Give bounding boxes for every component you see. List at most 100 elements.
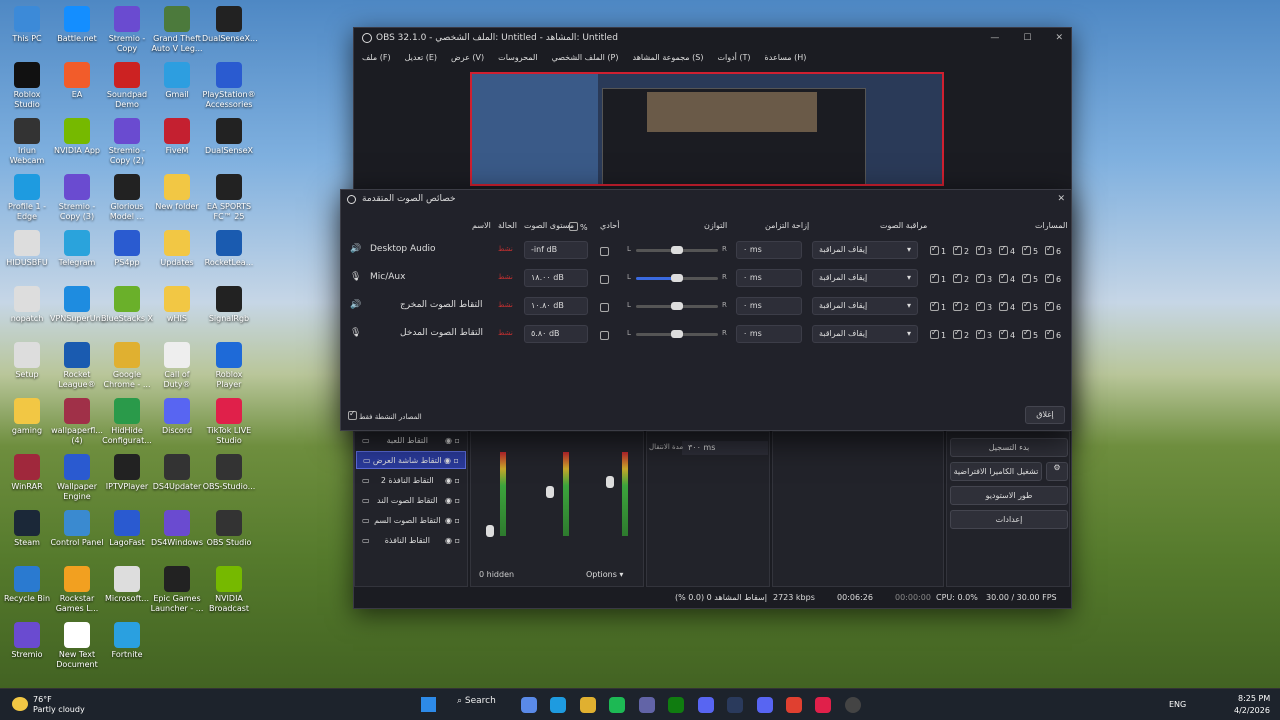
desktop-icon[interactable]: New folder [150,174,204,212]
source-item[interactable]: ▭ التقاط الصوت السم ◉ ▫ [356,511,466,529]
desktop-icon[interactable]: NVIDIA Broadcast [202,566,256,614]
minimize-icon[interactable]: — [990,33,999,43]
visibility-icon[interactable]: ◉ ▫ [444,456,459,465]
source-item[interactable]: ▭ التقاط اللعبة ◉ ▫ [356,431,466,449]
desktop-icon[interactable]: OBS-Studio... [202,454,256,492]
desktop-icon[interactable]: VPNSuperUn... [50,286,108,324]
track-checkbox[interactable]: 1 [930,300,946,312]
outlook-icon[interactable] [698,697,714,713]
visibility-icon[interactable]: ◉ ▫ [445,516,460,525]
desktop-icon[interactable]: Control Panel [50,510,104,548]
menu-item[interactable]: أدوات (T) [717,53,750,62]
desktop-icon[interactable]: TikTok LIVE Studio [202,398,256,446]
chrome-alt-icon[interactable] [786,697,802,713]
desktop-icon[interactable]: gaming [0,398,54,436]
desktop-icon[interactable]: RocketLea... [202,230,256,268]
track-checkbox[interactable]: 5 [1022,328,1038,340]
steam-icon[interactable] [727,697,743,713]
visibility-icon[interactable]: ◉ ▫ [445,476,460,485]
balance-knob[interactable] [671,330,683,338]
desktop-icon[interactable]: EA SPORTS FC™ 25 [202,174,256,222]
monitor-dropdown[interactable]: إيقاف المراقبة ▾ [812,325,918,343]
desktop-icon[interactable]: Steam [0,510,54,548]
desktop-icon[interactable]: Discord [150,398,204,436]
track-checkbox[interactable]: 1 [930,272,946,284]
track-checkbox[interactable]: 1 [930,328,946,340]
lang-indicator[interactable]: ENG [1169,700,1186,709]
chrome-icon[interactable] [580,697,596,713]
desktop-icon[interactable]: WinRAR [0,454,54,492]
desktop-icon[interactable]: Updates [150,230,204,268]
maximize-icon[interactable]: ☐ [1023,33,1031,43]
desktop-icon[interactable]: Fortnite [100,622,154,660]
source-item[interactable]: ▭ التقاط الصوت الند ◉ ▫ [356,491,466,509]
header-percent[interactable]: % [569,221,588,232]
track-checkbox[interactable]: 3 [976,272,992,284]
mixer-fader[interactable] [486,525,494,537]
desktop-icon[interactable]: Stremio [0,622,54,660]
track-checkbox[interactable]: 6 [1045,244,1061,256]
desktop-icon[interactable]: SignalRgb [202,286,256,324]
desktop-icon[interactable]: Telegram [50,230,104,268]
desktop-icon[interactable]: Epic Games Launcher - ... [150,566,204,614]
desktop-icon[interactable]: PS4pp [100,230,154,268]
desktop-icon[interactable]: Call of Duty® [150,342,204,390]
desktop-icon[interactable]: Rockstar Games L... [50,566,104,614]
desktop-icon[interactable]: Glorious Model ... [100,174,154,222]
sync-offset-spinbox[interactable]: ٠ ms [736,241,802,259]
desktop-icon[interactable]: Wallpaper Engine [50,454,104,502]
desktop-icon[interactable]: Iriun Webcam [0,118,54,166]
track-checkbox[interactable]: 4 [999,328,1015,340]
menu-item[interactable]: مجموعة المشاهد (S) [633,53,704,62]
mixer-fader[interactable] [546,486,554,498]
desktop-icon[interactable]: DualSenseX [202,118,256,156]
desktop-icon[interactable]: DS4Windows [150,510,204,548]
spotify-icon[interactable] [609,697,625,713]
balance-knob[interactable] [671,302,683,310]
close-icon[interactable]: ✕ [1055,33,1063,43]
edge-icon[interactable] [550,697,566,713]
visibility-icon[interactable]: ◉ ▫ [445,496,460,505]
track-checkbox[interactable]: 3 [976,244,992,256]
desktop-icon[interactable]: Setup [0,342,54,380]
desktop-icon[interactable]: FiveM [150,118,204,156]
desktop-icon[interactable]: EA [50,62,104,100]
track-checkbox[interactable]: 6 [1045,272,1061,284]
desktop-icon[interactable]: Stremio - Copy (3) [50,174,104,222]
balance-knob[interactable] [671,274,683,282]
track-checkbox[interactable]: 2 [953,272,969,284]
track-checkbox[interactable]: 1 [930,244,946,256]
menu-item[interactable]: تعديل (E) [405,53,437,62]
start-icon[interactable] [421,697,436,712]
desktop-icon[interactable]: Roblox Studio [0,62,54,110]
menu-item[interactable]: الملف الشخصي (P) [552,53,619,62]
desktop-icon[interactable]: Roblox Player [202,342,256,390]
track-checkbox[interactable]: 5 [1022,244,1038,256]
sync-offset-spinbox[interactable]: ٠ ms [736,269,802,287]
track-checkbox[interactable]: 3 [976,300,992,312]
desktop-icon[interactable]: Stremio - Copy (2) [100,118,154,166]
preview-canvas[interactable] [470,72,944,186]
search-button[interactable]: ⌕ Search [457,696,496,706]
desktop-icon[interactable]: New Text Document [50,622,104,670]
options-button[interactable]: Options ▾ [586,570,623,579]
menu-item[interactable]: عرض (V) [451,53,484,62]
volume-spinbox[interactable]: ١٨.٠٠ dB [524,269,588,287]
control-button[interactable]: تشغيل الكاميرا الافتراضية [950,462,1042,481]
teams-icon[interactable] [639,697,655,713]
monitor-dropdown[interactable]: إيقاف المراقبة ▾ [812,269,918,287]
control-button[interactable]: بدء التسجيل [950,438,1068,457]
track-checkbox[interactable]: 3 [976,328,992,340]
track-checkbox[interactable]: 4 [999,300,1015,312]
desktop-icon[interactable]: Google Chrome - ... [100,342,154,390]
gear-icon[interactable]: ⚙ [1046,462,1068,481]
sync-offset-spinbox[interactable]: ٠ ms [736,297,802,315]
clock-time[interactable]: 8:25 PM [1238,694,1270,703]
source-item[interactable]: ▭ التقاط شاشة العرض ◉ ▫ [356,451,466,469]
track-checkbox[interactable]: 4 [999,272,1015,284]
obs-taskbar-icon[interactable] [845,697,861,713]
mono-checkbox[interactable] [600,245,611,258]
desktop-icon[interactable]: Stremio - Copy [100,6,154,54]
track-checkbox[interactable]: 5 [1022,300,1038,312]
source-item[interactable]: ▭ التقاط النافذة ◉ ▫ [356,531,466,549]
